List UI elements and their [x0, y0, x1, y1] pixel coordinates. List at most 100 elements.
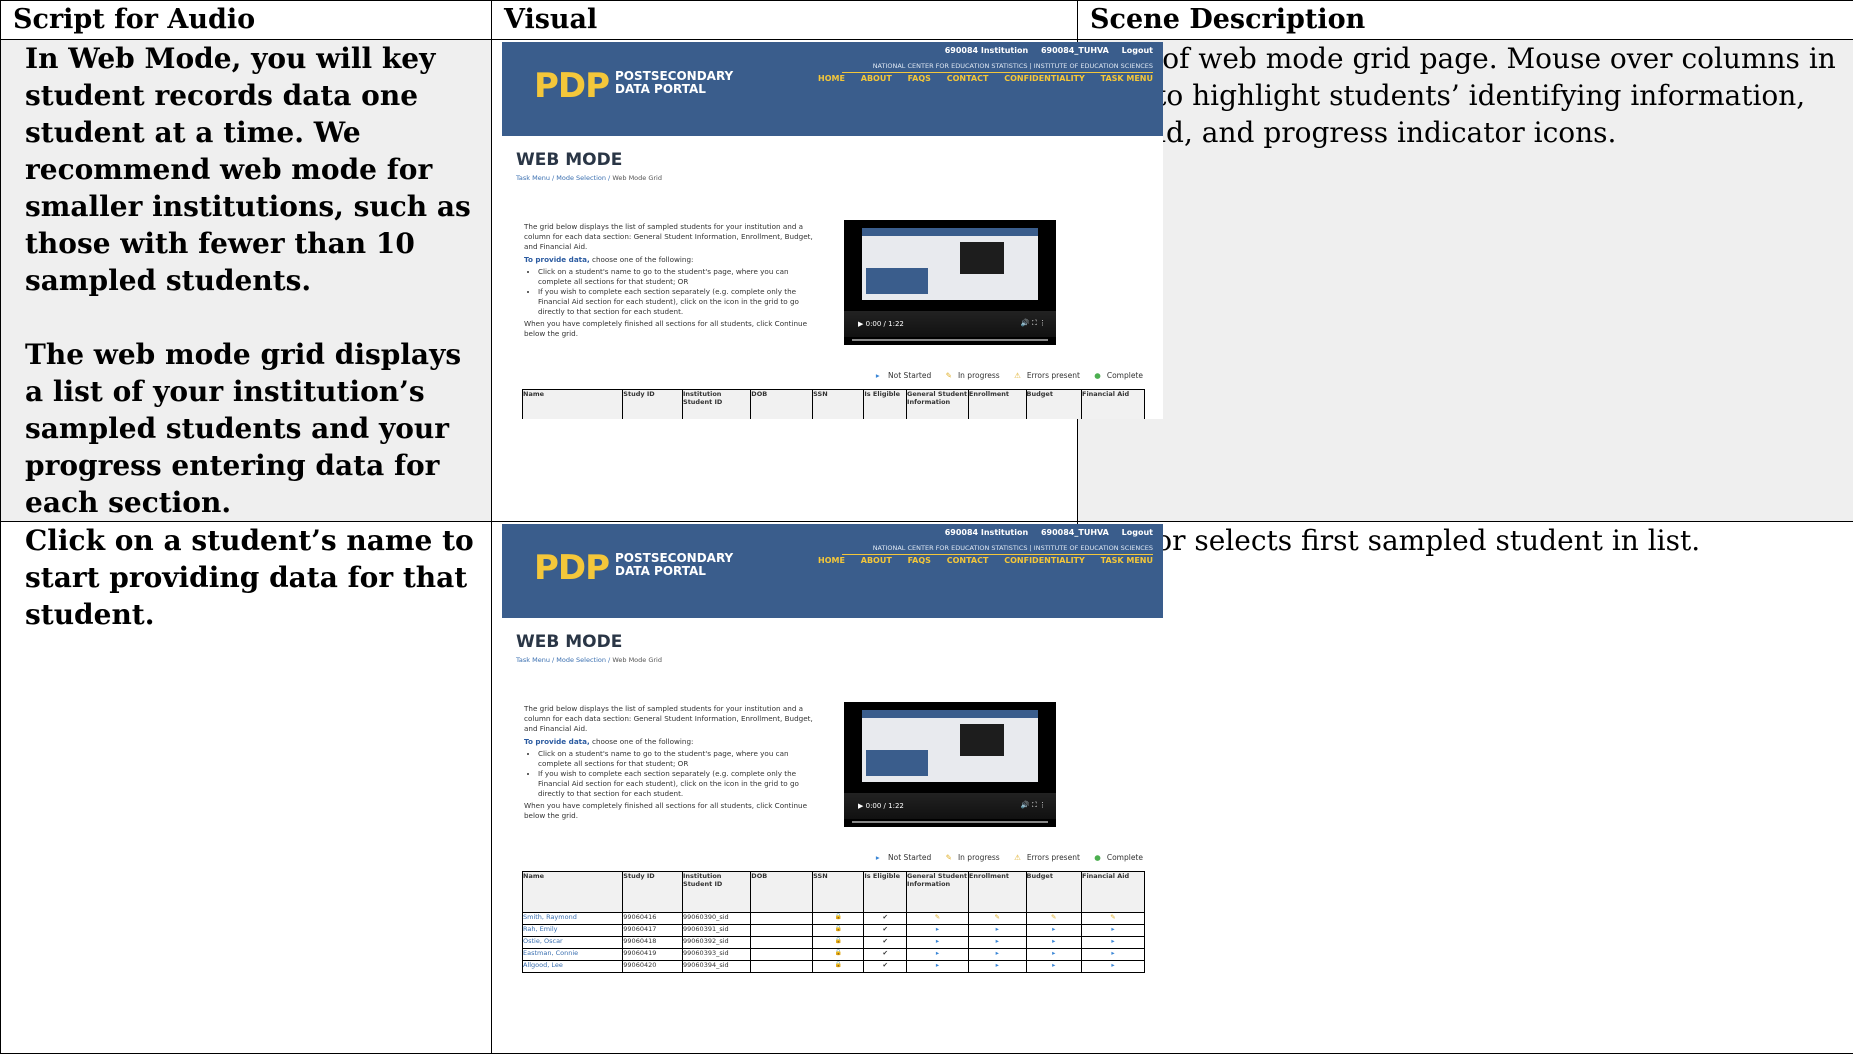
triangle-icon[interactable]: ▸: [907, 949, 969, 961]
institution-student-id: 99060390_sid: [683, 913, 751, 925]
logout-link[interactable]: Logout: [1122, 46, 1153, 55]
row1-script-p1: In Web Mode, you will key student record…: [1, 40, 491, 299]
header-visual: Visual: [492, 1, 1078, 40]
screenshot: PDP POSTSECONDARY DATA PORTAL 690084 Ins…: [502, 524, 1163, 1053]
grid-header-row: NameStudy IDInstitution Student IDDOBSSN…: [523, 390, 1145, 420]
column-header: Institution Student ID: [683, 872, 751, 913]
intro-text: The grid below displays the list of samp…: [524, 222, 824, 252]
triangle-icon: ▸: [876, 853, 880, 862]
column-header: General Student Information: [907, 390, 969, 420]
pdp-logo[interactable]: PDP: [534, 548, 609, 588]
institution-code: 690084_TUHVA: [1041, 528, 1109, 537]
nav-home[interactable]: HOME: [818, 556, 845, 565]
student-name-link[interactable]: Eastman, Connie: [523, 949, 623, 961]
triangle-icon[interactable]: ▸: [907, 937, 969, 949]
student-name-link[interactable]: Smith, Raymond: [523, 913, 623, 925]
institution-student-id: 99060394_sid: [683, 961, 751, 973]
row2-script-cell: Click on a student’s name to start provi…: [1, 522, 492, 1054]
dob-cell: [751, 949, 813, 961]
lock-icon[interactable]: 🔒: [813, 913, 864, 925]
triangle-icon[interactable]: ▸: [968, 961, 1026, 973]
nav-confidentiality[interactable]: CONFIDENTIALITY: [1004, 556, 1085, 565]
intro-end: When you have completely finished all se…: [524, 319, 824, 339]
breadcrumb: Task Menu / Mode Selection / Web Mode Gr…: [516, 174, 1163, 182]
nav-faqs[interactable]: FAQS: [908, 74, 931, 83]
nav-task-menu[interactable]: TASK MENU: [1101, 74, 1153, 83]
storyboard-table: Script for Audio Visual Scene Descriptio…: [0, 0, 1853, 1054]
triangle-icon[interactable]: ▸: [1082, 925, 1145, 937]
breadcrumb-links[interactable]: Task Menu / Mode Selection /: [516, 656, 612, 664]
triangle-icon[interactable]: ▸: [1026, 937, 1081, 949]
portal-name-line2: DATA PORTAL: [615, 83, 733, 96]
nav-task-menu[interactable]: TASK MENU: [1101, 556, 1153, 565]
student-name-link[interactable]: Ostie, Oscar: [523, 937, 623, 949]
breadcrumb-current: Web Mode Grid: [612, 656, 662, 664]
video-player[interactable]: ▶ 0:00 / 1:22 🔊 ⛶ ⋮: [844, 220, 1056, 345]
video-progress[interactable]: [852, 821, 1048, 823]
pencil-icon[interactable]: ✎: [1082, 913, 1145, 925]
lock-icon[interactable]: 🔒: [813, 961, 864, 973]
video-volume-fullscreen-icons[interactable]: 🔊 ⛶ ⋮: [1021, 319, 1046, 328]
breadcrumb-links[interactable]: Task Menu / Mode Selection /: [516, 174, 612, 182]
breadcrumb-current: Web Mode Grid: [612, 174, 662, 182]
column-header: Is Eligible: [864, 872, 907, 913]
nav-contact[interactable]: CONTACT: [947, 74, 989, 83]
row2-scene-cell: Cursor selects first sampled student in …: [1078, 522, 1853, 1054]
triangle-icon[interactable]: ▸: [1026, 925, 1081, 937]
lock-icon[interactable]: 🔒: [813, 949, 864, 961]
column-header: Institution Student ID: [683, 390, 751, 420]
instruction-list: Click on a student's name to go to the s…: [524, 267, 824, 317]
triangle-icon[interactable]: ▸: [1026, 961, 1081, 973]
video-progress[interactable]: [852, 339, 1048, 341]
video-player[interactable]: ▶ 0:00 / 1:22 🔊 ⛶ ⋮: [844, 702, 1056, 827]
nav-about[interactable]: ABOUT: [861, 556, 892, 565]
nav-contact[interactable]: CONTACT: [947, 556, 989, 565]
lock-icon[interactable]: 🔒: [813, 937, 864, 949]
triangle-icon[interactable]: ▸: [968, 949, 1026, 961]
main-nav: HOME ABOUT FAQS CONTACT CONFIDENTIALITY …: [805, 556, 1153, 565]
instructions: The grid below displays the list of samp…: [524, 222, 824, 339]
triangle-icon[interactable]: ▸: [968, 925, 1026, 937]
table-row: Rah, Emily9906041799060391_sid🔒✔▸▸▸▸: [523, 925, 1145, 937]
video-time: ▶ 0:00 / 1:22: [858, 320, 904, 328]
student-name-link[interactable]: Allgood, Lee: [523, 961, 623, 973]
triangle-icon[interactable]: ▸: [1082, 949, 1145, 961]
portal-name: POSTSECONDARY DATA PORTAL: [615, 70, 733, 96]
main-nav: HOME ABOUT FAQS CONTACT CONFIDENTIALITY …: [805, 74, 1153, 83]
divider: [842, 72, 1153, 73]
nav-faqs[interactable]: FAQS: [908, 556, 931, 565]
institution-name: 690084 Institution: [945, 46, 1028, 55]
instruction-item: Click on a student's name to go to the s…: [538, 749, 824, 769]
check-circle-icon: ●: [1094, 853, 1101, 862]
triangle-icon[interactable]: ▸: [968, 937, 1026, 949]
intro-label: To provide data,: [524, 255, 590, 264]
column-header: Enrollment: [968, 390, 1026, 420]
pencil-icon[interactable]: ✎: [1026, 913, 1081, 925]
column-header: Enrollment: [968, 872, 1026, 913]
student-grid: NameStudy IDInstitution Student IDDOBSSN…: [522, 389, 1145, 419]
column-header: Budget: [1026, 390, 1081, 420]
pencil-icon[interactable]: ✎: [968, 913, 1026, 925]
column-header: Financial Aid: [1082, 390, 1145, 420]
lock-icon[interactable]: 🔒: [813, 925, 864, 937]
nav-confidentiality[interactable]: CONFIDENTIALITY: [1004, 74, 1085, 83]
agency-line: NATIONAL CENTER FOR EDUCATION STATISTICS…: [873, 62, 1153, 70]
triangle-icon[interactable]: ▸: [1026, 949, 1081, 961]
nav-home[interactable]: HOME: [818, 74, 845, 83]
video-controls: ▶ 0:00 / 1:22 🔊 ⛶ ⋮: [844, 311, 1056, 337]
row2-script-p1: Click on a student’s name to start provi…: [1, 522, 491, 633]
row1-script-cell: In Web Mode, you will key student record…: [1, 40, 492, 522]
row1-script-p2: The web mode grid displays a list of you…: [1, 336, 491, 521]
legend-not-started: ▸ Not Started: [870, 371, 931, 380]
video-volume-fullscreen-icons[interactable]: 🔊 ⛶ ⋮: [1021, 801, 1046, 810]
triangle-icon[interactable]: ▸: [1082, 961, 1145, 973]
student-name-link[interactable]: Rah, Emily: [523, 925, 623, 937]
logout-link[interactable]: Logout: [1122, 528, 1153, 537]
triangle-icon[interactable]: ▸: [907, 925, 969, 937]
triangle-icon[interactable]: ▸: [1082, 937, 1145, 949]
pdp-logo[interactable]: PDP: [534, 66, 609, 106]
pencil-icon[interactable]: ✎: [907, 913, 969, 925]
triangle-icon[interactable]: ▸: [907, 961, 969, 973]
nav-about[interactable]: ABOUT: [861, 74, 892, 83]
column-header: Name: [523, 390, 623, 420]
